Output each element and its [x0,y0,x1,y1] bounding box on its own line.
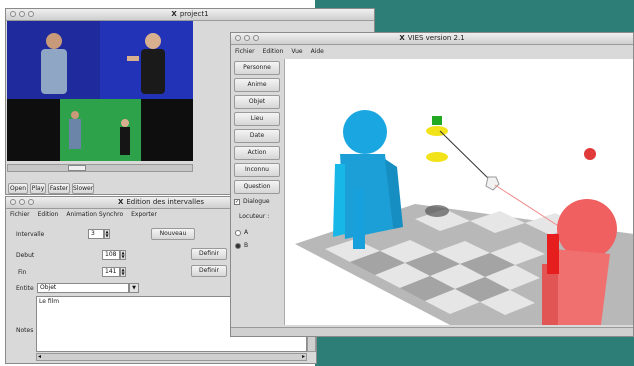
maximize-icon[interactable] [28,11,34,17]
minimize-icon[interactable] [19,199,25,205]
tool-personne-button[interactable]: Personne [234,61,280,75]
close-icon[interactable] [10,11,16,17]
maximize-icon[interactable] [253,35,259,41]
x-app-icon: X [117,198,124,206]
fin-label: Fin [18,269,27,276]
vies-status-bar [231,327,633,336]
minimize-icon[interactable] [244,35,250,41]
x-app-icon: X [171,10,177,18]
entite-label: Entite [16,285,34,292]
dialogue-label: Dialogue [243,198,270,205]
debut-label: Debut [16,252,35,259]
tool-objet-button[interactable]: Objet [234,95,280,109]
floor-shadow [425,205,449,217]
blue-person[interactable] [333,110,403,249]
playback-controls: Open Play Faster Slower [8,183,94,194]
timeline-slider-thumb[interactable] [68,165,86,171]
menu-edition[interactable]: Edition [38,210,59,220]
project-window-title: project1 [179,10,209,18]
vies-window-titlebar[interactable]: X VIES version 2.1 [231,33,633,45]
signer-video-bottom [7,99,193,161]
play-button[interactable]: Play [30,183,46,194]
video-frame-bottom [7,99,193,161]
project-window-titlebar[interactable]: Xproject1 [6,9,374,21]
slower-button[interactable]: Slower [72,183,94,194]
entite-select[interactable]: Objet [37,283,129,293]
open-button[interactable]: Open [8,183,28,194]
menu-exporter[interactable]: Exporter [131,210,157,220]
intervalle-stepper[interactable]: ▲ ▼ [104,229,110,239]
fin-stepper[interactable]: ▲ ▼ [120,267,126,277]
notes-label: Notes [16,327,34,334]
menu-fichier[interactable]: Fichier [235,47,255,57]
question-object[interactable] [485,176,500,191]
menu-vue[interactable]: Vue [291,47,302,57]
minimize-icon[interactable] [19,11,25,17]
tool-question-button[interactable]: Question [234,180,280,194]
x-app-icon: X [399,34,405,42]
signer-video-top [7,21,193,99]
definir-fin-button[interactable]: Definir [191,265,227,277]
tool-date-button[interactable]: Date [234,129,280,143]
close-icon[interactable] [235,35,241,41]
menu-fichier[interactable]: Fichier [10,210,30,220]
definir-debut-button[interactable]: Definir [191,248,227,260]
chevron-down-icon: ▼ [132,285,136,291]
locuteur-label: Locuteur : [239,213,270,220]
radio-b[interactable] [235,243,241,249]
radio-a[interactable] [235,230,241,236]
faster-button[interactable]: Faster [48,183,70,194]
nouveau-button[interactable]: Nouveau [151,228,195,240]
debut-stepper[interactable]: ▲ ▼ [120,250,126,260]
video-frame-top [7,21,193,99]
debut-input[interactable]: 108 [102,250,120,260]
vies-menubar: Fichier Edition Vue Aide [231,47,633,57]
scene-viewport[interactable] [284,59,633,325]
horizontal-scrollbar[interactable]: ◂ ▸ [36,353,307,361]
dialogue-checkbox[interactable]: ✓ [234,199,240,205]
maximize-icon[interactable] [28,199,34,205]
menu-aide[interactable]: Aide [311,47,324,57]
vies-window: X VIES version 2.1 Fichier Edition Vue Ai… [230,32,634,337]
yellow-green-object[interactable] [426,116,448,162]
scroll-left-icon[interactable]: ◂ [38,353,41,360]
scene-3d-view [295,110,633,325]
intervalle-input[interactable]: 3 [88,229,104,239]
tool-anime-button[interactable]: Anime [234,78,280,92]
intervalle-label: Intervalle [16,231,45,238]
entite-dropdown-button[interactable]: ▼ [129,283,139,293]
text-content: Le film [39,298,60,305]
vies-window-title: VIES version 2.1 [407,34,465,42]
scroll-right-icon[interactable]: ▸ [302,353,305,360]
menu-animation-synchro[interactable]: Animation Synchro [66,210,123,220]
red-small-object[interactable] [584,148,596,160]
tool-inconnu-button[interactable]: Inconnu [234,163,280,177]
close-icon[interactable] [10,199,16,205]
menu-edition[interactable]: Edition [263,47,284,57]
radio-a-label: A [244,229,249,236]
intervals-window-title: Edition des intervalles [126,198,205,206]
fin-input[interactable]: 141 [102,267,120,277]
tool-action-button[interactable]: Action [234,146,280,160]
tool-lieu-button[interactable]: Lieu [234,112,280,126]
radio-b-label: B [244,242,249,249]
timeline-slider[interactable] [7,164,193,172]
